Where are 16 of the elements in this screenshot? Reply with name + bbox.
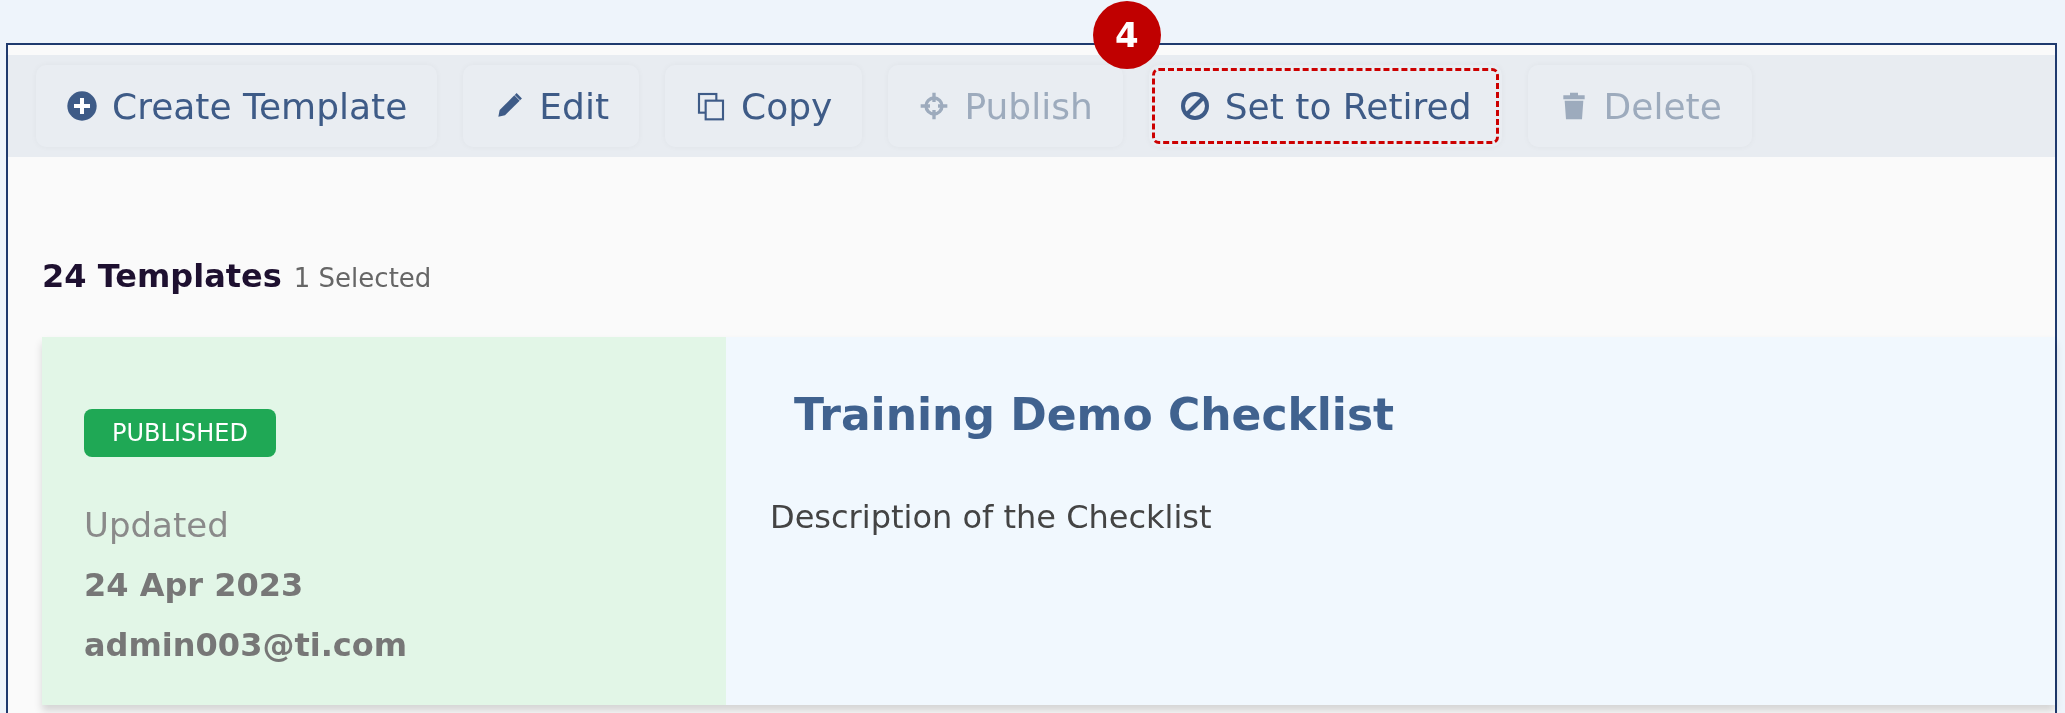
- updated-by: admin003@ti.com: [84, 625, 408, 666]
- toolbar-button[interactable]: Set to Retired: [1148, 65, 1502, 147]
- updated-label: Updated: [84, 504, 229, 547]
- template-card[interactable]: PUBLISHED Updated 24 Apr 2023 admin003@ti.com Training Demo Checklist Description of the Checklist: [42, 337, 2055, 705]
- ban-icon: [1178, 90, 1211, 122]
- toolbar-button[interactable]: Create Template: [36, 65, 438, 147]
- selected-count: 1 Selected: [293, 263, 432, 293]
- updated-date: 24 Apr 2023: [84, 565, 304, 606]
- toolbar-button[interactable]: Edit: [463, 65, 640, 147]
- status-badge: PUBLISHED: [84, 409, 276, 457]
- toolbar-button[interactable]: Copy: [665, 65, 863, 147]
- template-title: Training Demo Checklist: [794, 389, 1395, 440]
- plus-circle-icon: [66, 90, 98, 122]
- template-count: 24 Templates: [42, 257, 282, 295]
- template-description: Description of the Checklist: [770, 498, 1212, 536]
- step-number-badge: 4: [1092, 1, 1161, 69]
